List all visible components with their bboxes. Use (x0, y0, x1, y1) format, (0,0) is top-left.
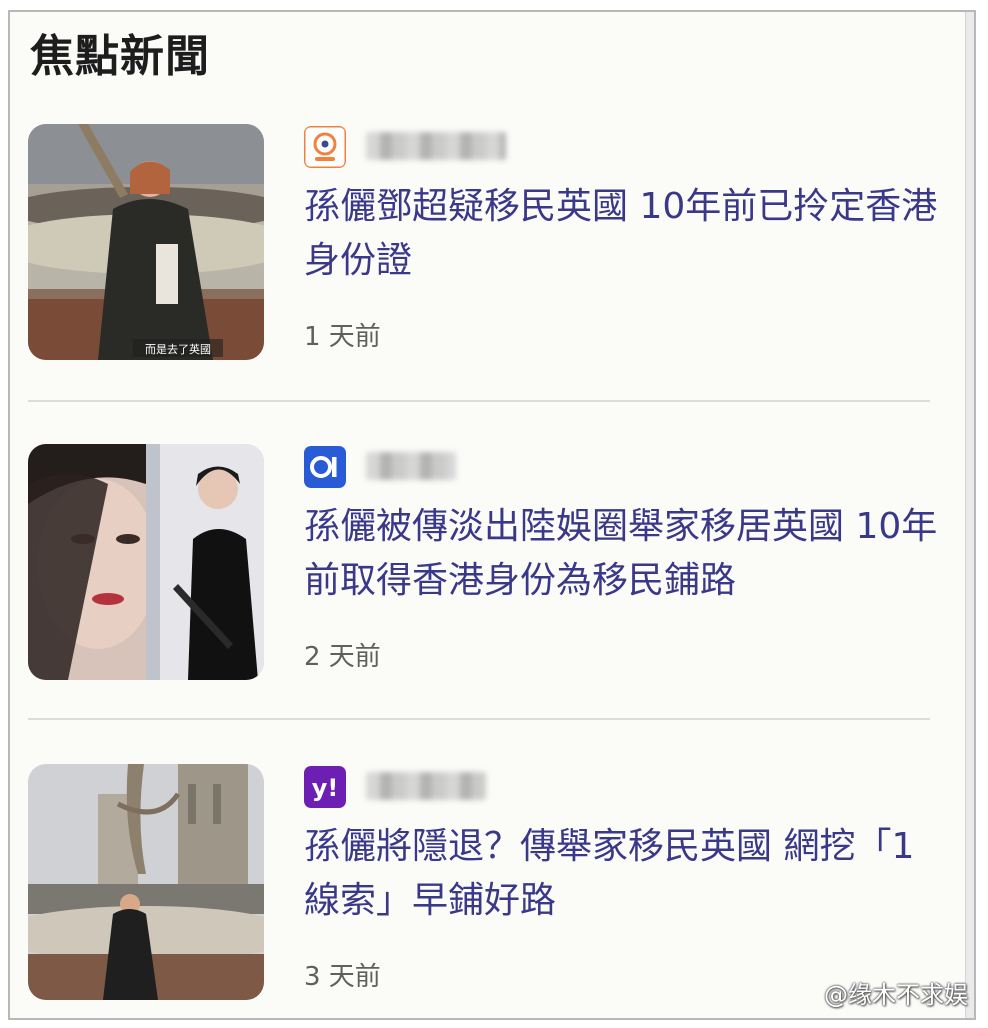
news-card[interactable]: 而是去了英國 孫儷鄧超疑移民英國 10年前已拎定香港身份證 1 天前 (10, 124, 970, 364)
news-headline[interactable]: 孫儷鄧超疑移民英國 10年前已拎定香港身份證 (304, 180, 944, 288)
news-timestamp: 2 天前 (304, 642, 381, 672)
section-title: 焦點新聞 (30, 31, 210, 82)
news-timestamp: 1 天前 (304, 322, 381, 352)
news-card[interactable]: 孫儷被傳淡出陸娛圈舉家移居英國 10年前取得香港身份為移民鋪路 2 天前 (10, 444, 970, 684)
news-timestamp: 3 天前 (304, 962, 381, 992)
divider (28, 718, 930, 720)
news-thumbnail[interactable] (28, 764, 264, 1000)
actress-portrait-photo (28, 444, 264, 680)
svg-text:y!: y! (312, 774, 339, 802)
thumbnail-caption: 而是去了英國 (145, 342, 211, 356)
news-headline[interactable]: 孫儷將隱退？傳舉家移民英國 網挖「1線索」早鋪好路 (304, 820, 944, 928)
circular-orange-news-logo-icon[interactable] (304, 126, 346, 168)
blue-o1-news-logo-icon[interactable] (304, 446, 346, 488)
woman-by-tower-bridge-photo (28, 764, 264, 1000)
divider (28, 400, 930, 402)
woman-in-coat-photo: 而是去了英國 (28, 124, 264, 360)
news-thumbnail[interactable] (28, 444, 264, 680)
source-name-blurred (366, 772, 486, 800)
source-name-blurred (366, 452, 456, 480)
news-card[interactable]: y! 孫儷將隱退？傳舉家移民英國 網挖「1線索」早鋪好路 3 天前 (10, 764, 970, 1004)
news-thumbnail[interactable]: 而是去了英國 (28, 124, 264, 360)
watermark: @缘木不求娱 (824, 981, 968, 1009)
news-headline[interactable]: 孫儷被傳淡出陸娛圈舉家移居英國 10年前取得香港身份為移民鋪路 (304, 500, 944, 608)
news-panel: 焦點新聞 而是去了英國 孫儷鄧超疑移民英國 10年前已拎定香港身份證 1 天前 … (8, 10, 976, 1020)
scrollbar[interactable] (965, 12, 974, 1018)
source-name-blurred (366, 132, 506, 160)
yahoo-logo-icon[interactable]: y! (304, 766, 346, 808)
